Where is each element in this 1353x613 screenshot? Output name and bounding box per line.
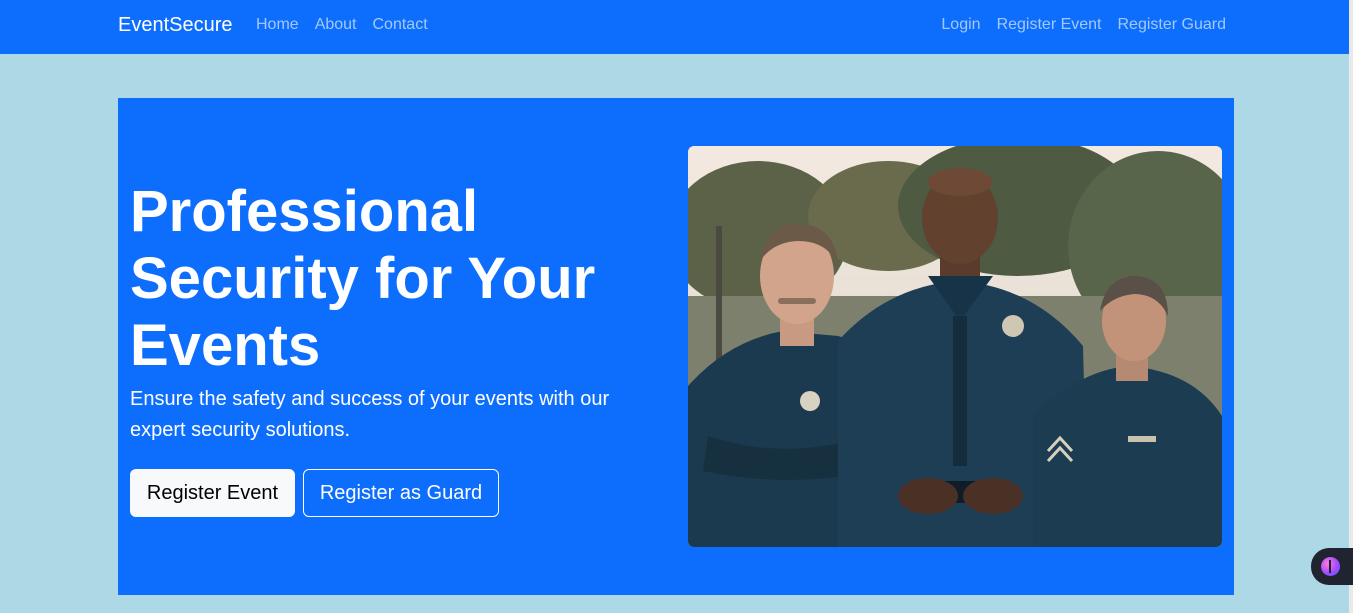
hero-title: Professional Security for Your Events: [130, 179, 596, 378]
nav-right-group: Login Register Event Register Guard: [941, 16, 1226, 34]
hero-subtitle: Ensure the safety and success of your ev…: [130, 388, 610, 441]
register-event-button[interactable]: Register Event: [130, 469, 295, 517]
nav-home-link[interactable]: Home: [256, 16, 299, 34]
security-officers-image: [688, 146, 1222, 547]
brain-orb-icon: [1321, 557, 1340, 576]
brand-link[interactable]: EventSecure: [118, 14, 233, 37]
hero-section: Professional Security for Your Events En…: [118, 98, 1234, 595]
nav-login-link[interactable]: Login: [941, 16, 980, 34]
nav-contact-link[interactable]: Contact: [373, 16, 428, 34]
nav-about-link[interactable]: About: [315, 16, 357, 34]
register-guard-button[interactable]: Register as Guard: [303, 469, 499, 517]
top-navbar: EventSecure Home About Contact Login Reg…: [0, 0, 1353, 54]
nav-left-group: Home About Contact: [256, 16, 428, 34]
nav-register-guard-link[interactable]: Register Guard: [1118, 16, 1227, 34]
page-scrollbar[interactable]: [1349, 0, 1353, 613]
nav-register-event-link[interactable]: Register Event: [997, 16, 1102, 34]
assistant-brain-icon[interactable]: [1311, 548, 1353, 585]
